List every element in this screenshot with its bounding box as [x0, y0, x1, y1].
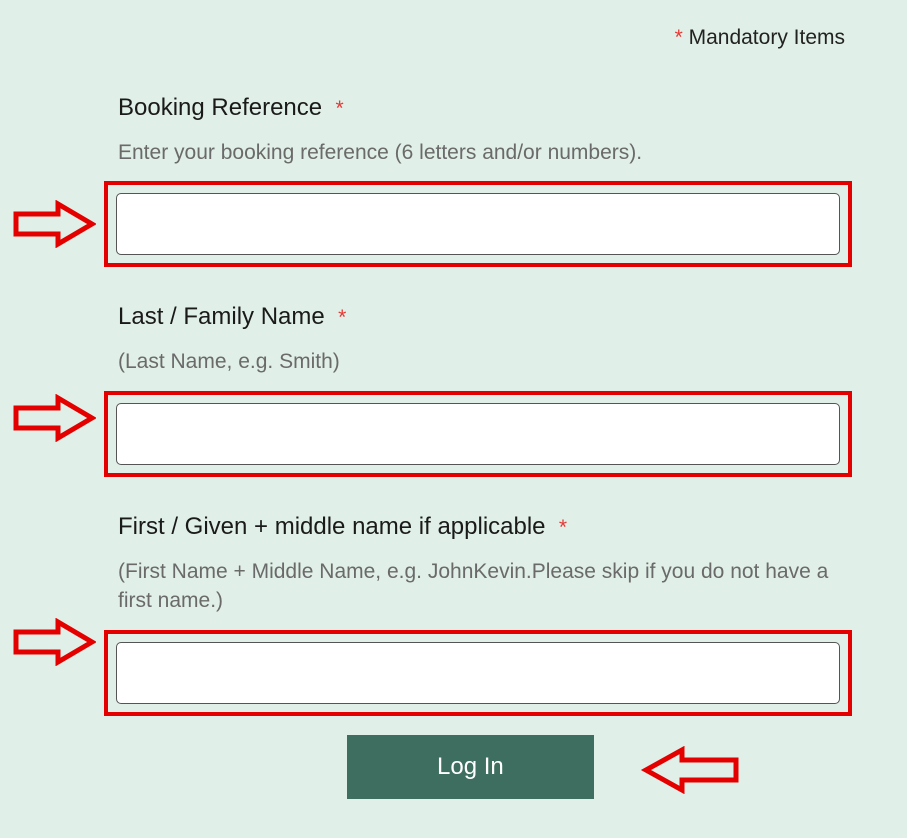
last-name-label: Last / Family Name * [118, 303, 858, 331]
booking-reference-group: Booking Reference * Enter your booking r… [118, 94, 858, 267]
arrow-right-icon [12, 394, 96, 442]
last-name-input[interactable] [116, 403, 840, 465]
mandatory-note: * Mandatory Items [675, 26, 845, 50]
first-name-label: First / Given + middle name if applicabl… [118, 513, 858, 541]
last-name-hint: (Last Name, e.g. Smith) [118, 347, 858, 376]
arrow-right-icon [12, 200, 96, 248]
booking-reference-hint: Enter your booking reference (6 letters … [118, 138, 858, 167]
highlight-box [104, 630, 852, 716]
submit-wrapper: Log In [347, 735, 594, 799]
arrow-right-icon [12, 618, 96, 666]
login-form: Booking Reference * Enter your booking r… [118, 94, 858, 752]
booking-reference-input[interactable] [116, 193, 840, 255]
last-name-group: Last / Family Name * (Last Name, e.g. Sm… [118, 303, 858, 476]
mandatory-text: Mandatory Items [683, 26, 845, 49]
first-name-input[interactable] [116, 642, 840, 704]
asterisk-icon: * [675, 26, 683, 49]
first-name-group: First / Given + middle name if applicabl… [118, 513, 858, 716]
asterisk-icon: * [338, 306, 346, 329]
arrow-left-icon [640, 746, 740, 794]
asterisk-icon: * [559, 516, 567, 539]
highlight-box [104, 391, 852, 477]
asterisk-icon: * [335, 97, 343, 120]
login-button[interactable]: Log In [347, 735, 594, 799]
booking-reference-label: Booking Reference * [118, 94, 858, 122]
highlight-box [104, 181, 852, 267]
first-name-hint: (First Name + Middle Name, e.g. JohnKevi… [118, 557, 858, 616]
